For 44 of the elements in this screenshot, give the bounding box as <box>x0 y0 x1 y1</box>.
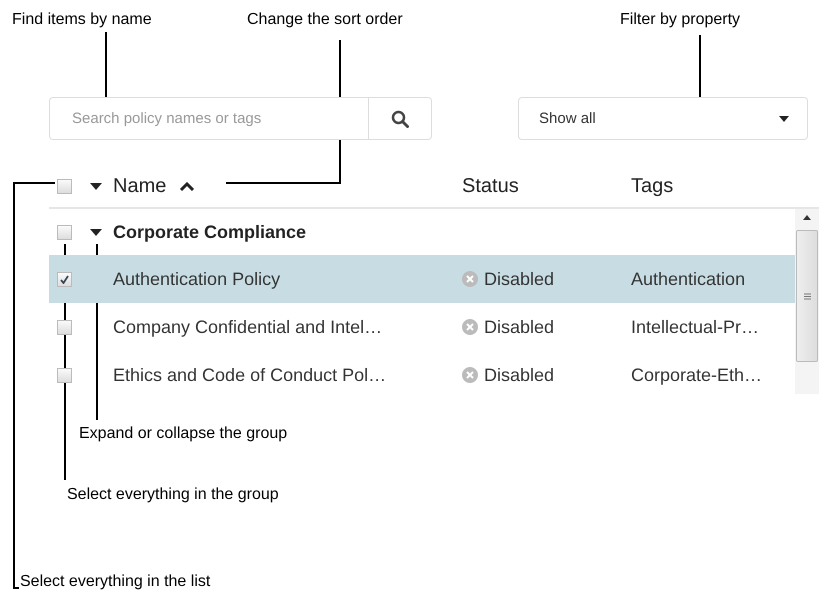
row-checkbox[interactable] <box>57 368 72 382</box>
disabled-icon <box>462 271 478 287</box>
caret-icon <box>779 116 789 122</box>
row-checkbox[interactable] <box>57 272 72 286</box>
caret-down-icon[interactable] <box>90 228 102 236</box>
status-text: Disabled <box>484 316 554 338</box>
policy-name: Authentication Policy <box>113 268 280 290</box>
callout-label: Change the sort order <box>247 10 403 30</box>
table-row[interactable]: Authentication Policy Disabled Authentication <box>49 255 795 303</box>
row-checkbox[interactable] <box>57 320 72 334</box>
scrollbar-thumb[interactable] <box>796 230 818 362</box>
disabled-icon <box>462 367 478 383</box>
disabled-icon <box>462 319 478 335</box>
scroll-up-icon[interactable] <box>803 215 811 220</box>
search-icon <box>391 110 409 128</box>
policy-name: Company Confidential and Intel… <box>113 316 382 338</box>
status-text: Disabled <box>484 364 554 386</box>
table-row[interactable]: Company Confidential and Intel… Disabled Intellectual-Pr… <box>49 303 795 351</box>
chevron-up-icon[interactable] <box>180 182 194 190</box>
callout-label: Find items by name <box>12 10 152 30</box>
search-field[interactable]: Search policy names or tags <box>49 97 368 140</box>
table-row[interactable]: Ethics and Code of Conduct Pol… Disabled Corporate-Eth… <box>49 351 795 399</box>
leader-line <box>105 32 107 97</box>
tag-text: Intellectual-Pr… <box>631 316 760 338</box>
tag-text: Corporate-Eth… <box>631 364 762 386</box>
scrollbar[interactable] <box>795 209 819 394</box>
checkmark-icon <box>60 274 69 284</box>
callout-label: Select everything in the group <box>67 485 279 505</box>
status-text: Disabled <box>484 268 554 290</box>
column-header[interactable]: Status <box>462 174 519 198</box>
tag-text: Authentication <box>631 268 746 290</box>
callout-label: Expand or collapse the group <box>79 424 288 444</box>
filter-dropdown[interactable]: Show all <box>518 97 808 140</box>
group-name: Corporate Compliance <box>113 222 306 242</box>
group-checkbox[interactable] <box>57 224 72 240</box>
dropdown-value: Show all <box>539 110 596 127</box>
callout-label: Filter by property <box>620 10 740 30</box>
column-header[interactable]: Name <box>113 174 166 198</box>
select-all-checkbox[interactable] <box>57 178 72 194</box>
policy-name: Ethics and Code of Conduct Pol… <box>113 364 386 386</box>
callout-label: Select everything in the list <box>20 572 210 592</box>
caret-icon[interactable] <box>90 182 102 190</box>
search-button[interactable] <box>368 97 432 140</box>
column-header[interactable]: Tags <box>631 174 674 198</box>
